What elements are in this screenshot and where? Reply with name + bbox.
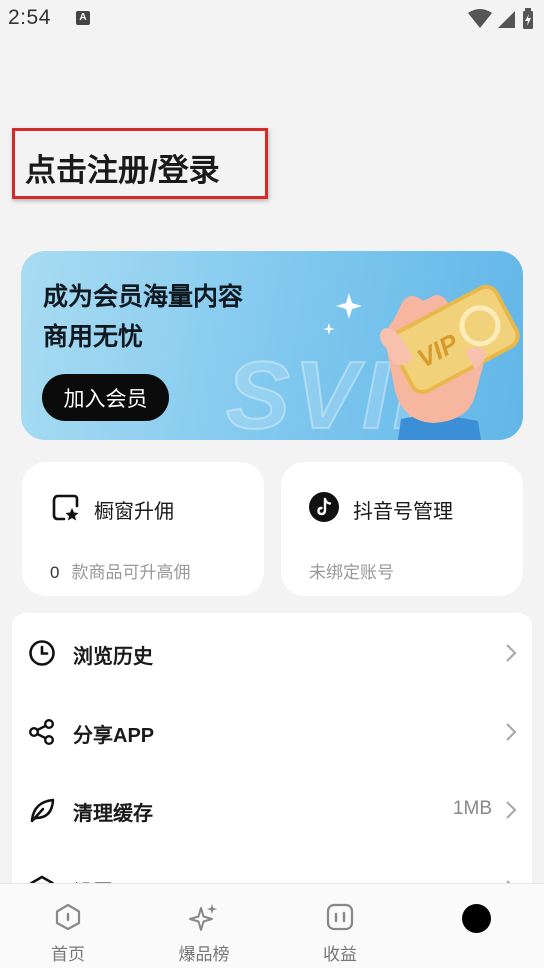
login-register-title[interactable]: 点击注册/登录 [25, 145, 220, 190]
sparkle-icon [189, 904, 217, 931]
menu-item-clear-cache[interactable]: 清理缓存 1MB [12, 770, 532, 848]
login-highlight-box[interactable]: 点击注册/登录 [12, 128, 268, 199]
status-time: 2:54 [8, 6, 51, 29]
status-bar: 2:54 A [0, 0, 544, 38]
clock-icon [29, 640, 55, 666]
sparkle-icon [323, 293, 362, 335]
join-vip-button[interactable]: 加入会员 [42, 374, 169, 421]
signal-icon [498, 11, 515, 28]
upgradable-count: 0 [50, 563, 60, 582]
battery-icon [523, 8, 533, 29]
tab-earnings-label: 收益 [323, 945, 357, 964]
menu-item-history[interactable]: 浏览历史 [12, 613, 532, 691]
vip-banner[interactable]: SVIP 成为会员海量内容 商用无忧 加入会员 VIP [21, 251, 523, 440]
chevron-right-icon [506, 644, 517, 662]
menu-item-label: 浏览历史 [73, 646, 153, 668]
upgradable-label: 款商品可升高佣 [71, 563, 191, 582]
vip-banner-subline: 商用无忧 [43, 323, 144, 351]
showcase-commission-subtitle: 0 款商品可升高佣 [50, 558, 190, 583]
shop-star-icon [52, 494, 79, 521]
vip-card-hand-illustration: VIP [323, 284, 520, 440]
home-icon [55, 903, 81, 931]
tab-hot-products-label: 爆品榜 [178, 945, 230, 964]
tab-home-label: 首页 [51, 945, 85, 964]
notification-icon: A [76, 11, 90, 25]
menu-item-share-app[interactable]: 分享APP [12, 692, 532, 770]
tab-hot-products[interactable]: 爆品榜 [136, 884, 272, 968]
status-icons [468, 8, 534, 30]
leaf-icon [30, 798, 55, 823]
profile-icon [462, 904, 491, 933]
bottom-nav: 首页 爆品榜 收益 [0, 883, 544, 968]
share-icon [29, 719, 55, 746]
chevron-right-icon [506, 801, 517, 819]
tab-earnings[interactable]: 收益 [272, 884, 408, 968]
cache-size-value: 1MB [452, 798, 492, 819]
menu-item-label: 清理缓存 [73, 803, 153, 825]
showcase-commission-card[interactable]: 橱窗升佣 0 款商品可升高佣 [22, 462, 264, 596]
chevron-right-icon [506, 723, 517, 741]
douyin-account-subtitle: 未绑定账号 [309, 563, 394, 582]
wifi-icon [468, 9, 492, 28]
tab-profile[interactable] [408, 884, 544, 968]
tab-home[interactable]: 首页 [0, 884, 136, 968]
douyin-account-card[interactable]: 抖音号管理 未绑定账号 [281, 462, 523, 596]
douyin-account-title: 抖音号管理 [353, 501, 453, 523]
showcase-commission-title: 橱窗升佣 [94, 501, 174, 523]
menu-item-label: 分享APP [73, 725, 155, 747]
menu-list: 浏览历史 分享APP 清理缓存 1MB 设置 [12, 613, 532, 913]
tiktok-icon [309, 492, 339, 522]
earnings-icon [326, 903, 354, 931]
vip-banner-headline: 成为会员海量内容 [43, 283, 244, 311]
